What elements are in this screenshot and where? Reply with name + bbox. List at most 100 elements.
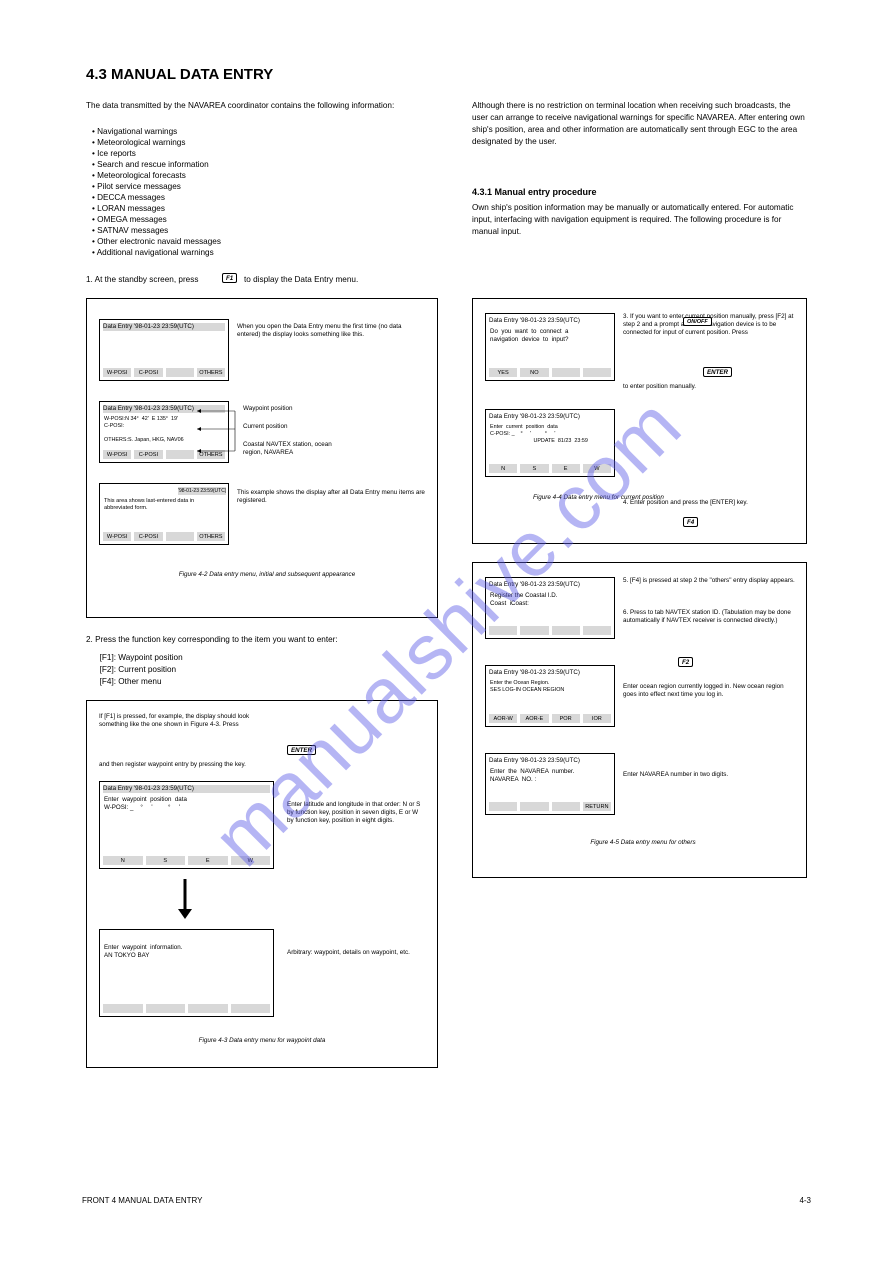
fig45-lcd1-fkeys [489,626,611,635]
figure-4-4-box: Data Entry '98-01-23 23:59(UTC) Do you w… [472,298,807,544]
fk [231,1004,271,1013]
fig45-lcd1: Data Entry '98-01-23 23:59(UTC) Register… [485,577,615,639]
fig42-lcd3-fkeys: W-POSI C-POSI OTHERS [103,532,225,541]
fk [166,368,194,377]
fk [146,1004,186,1013]
fk: W-POSI [103,368,131,377]
footer-right: 4-3 [799,1196,811,1205]
fk: W [231,856,271,865]
fig45-lcd2: Data Entry '98-01-23 23:59(UTC) Enter th… [485,665,615,727]
fk: AOR-W [489,714,517,723]
fig43-txt1: If [F1] is pressed, for example, the dis… [99,713,279,729]
figure-4-2-box: Data Entry '98-01-23 23:59(UTC) W-POSI C… [86,298,438,618]
fig43-txt2: and then register waypoint entry by pres… [99,761,419,769]
fk: C-POSI [134,532,162,541]
step1b: to display the Data Entry menu. [244,274,358,286]
fig43-lcd1: Data Entry '98-01-23 23:59(UTC) Enter wa… [99,781,274,869]
fig42-ann1: Waypoint position [243,405,292,413]
fk: YES [489,368,517,377]
fk [552,626,580,635]
fig45-lcd3-title: Data Entry '98-01-23 23:59(UTC) [489,757,611,765]
fig43-lcd1-title: Data Entry '98-01-23 23:59(UTC) [103,785,270,793]
fk: RETURN [583,802,611,811]
fk [166,532,194,541]
fig42-lcd3-mid: This area shows last-entered data in abb… [104,498,224,513]
fk: OTHERS [197,368,225,377]
txt2a: and then register waypoint entry by pres… [99,761,233,768]
fk: POR [552,714,580,723]
step1: 1. At the standby screen, press [86,274,198,286]
fk: W-POSI [103,450,131,459]
fig42-ann4: This example shows the display after all… [237,489,427,505]
fk: IOR [583,714,611,723]
fig45-txt1: 5. [F4] is pressed at step 2 the "others… [623,577,798,585]
fig45-lcd3-fkeys: RETURN [489,802,611,811]
fig44-txt-right2: to enter position manually. [623,383,798,391]
fk [583,368,611,377]
fk [552,368,580,377]
fk [103,1004,143,1013]
fk [583,626,611,635]
footer-left: FRONT 4 MANUAL DATA ENTRY [82,1196,202,1205]
fk [166,450,194,459]
fig43-lcd2-mid: Enter waypoint information. AN TOKYO BAY [104,944,269,968]
fig42-lcd1-fkeys: W-POSI C-POSI OTHERS [103,368,225,377]
fk: N [103,856,143,865]
fig42-lcd3: '98-01-23 23:59(UTC) This area shows las… [99,483,229,545]
bracket-arrows [197,407,237,463]
fig43-lcd2: Enter waypoint information. AN TOKYO BAY [99,929,274,1017]
page-footer: FRONT 4 MANUAL DATA ENTRY 4-3 [82,1196,811,1205]
fig42-lcd1-title: Data Entry '98-01-23 23:59(UTC) [103,323,225,331]
fig43-lcd2-fkeys [103,1004,270,1013]
fig44-caption: Figure 4-4 Data entry menu for current p… [533,494,753,502]
fig44-lcd2-mid: Enter current position data C-POSI: _ ° … [490,424,610,445]
fig44-lcd1-mid: Do you want to connect a navigation devi… [490,328,610,344]
fk: OTHERS [197,532,225,541]
manual-hdr: 4.3.1 Manual entry procedure [472,186,597,199]
fig45-lcd2-mid: Enter the Ocean Region. SES LOG-IN OCEAN… [490,680,610,694]
f1-key: F1 [222,273,237,283]
fk: C-POSI [134,450,162,459]
fig42-label-initial: When you open the Data Entry menu the fi… [237,323,422,339]
fk [489,626,517,635]
fig44-lcd1-fkeys: YES NO [489,368,611,377]
step2-list: [F1]: Waypoint position [F2]: Current po… [86,652,183,688]
fig45-lcd3-mid: Enter the NAVAREA number. NAVAREA NO. : [490,768,610,784]
f2-key: F2 [678,657,693,667]
fig45-lcd2-title: Data Entry '98-01-23 23:59(UTC) [489,669,611,677]
fig42-ann2: Current position [243,423,287,431]
fig44-lcd2-fkeys: N S E W [489,464,611,473]
fig45-lcd3: Data Entry '98-01-23 23:59(UTC) Enter th… [485,753,615,815]
step2: 2. Press the function key corresponding … [86,634,436,646]
manual-p: Own ship's position information may be m… [472,202,807,238]
fig42-lcd1: Data Entry '98-01-23 23:59(UTC) W-POSI C… [99,319,229,381]
f4-key: F4 [683,517,698,527]
fk: S [520,464,548,473]
fig45-txt2: 6. Press to tab NAVTEX station ID. (Tabu… [623,609,798,625]
fig42-lcd3-title: '98-01-23 23:59(UTC) [178,487,226,495]
fk: S [146,856,186,865]
fk [520,626,548,635]
fk: AOR-E [520,714,548,723]
fig45-lcd2-fkeys: AOR-W AOR-E POR IOR [489,714,611,723]
fig45-lcd1-mid: Register the Coastal I.D. Coast iCoast: [490,592,610,608]
figure-4-5-box: Data Entry '98-01-23 23:59(UTC) Register… [472,562,807,878]
fk: W-POSI [103,532,131,541]
enter-key-2: ENTER [703,367,732,377]
intro-p1: The data transmitted by the NAVAREA coor… [86,100,426,112]
fig44-lcd2-title: Data Entry '98-01-23 23:59(UTC) [489,413,611,421]
enter-key: ENTER [287,745,316,755]
fk: W [583,464,611,473]
figure-4-3-box: If [F1] is pressed, for example, the dis… [86,700,438,1068]
arrow-down-icon [175,879,195,919]
fig42-caption: Figure 4-2 Data entry menu, initial and … [127,571,407,579]
fig45-caption: Figure 4-5 Data entry menu for others [543,839,743,847]
fk: C-POSI [134,368,162,377]
fig45-txt3: Enter ocean region currently logged in. … [623,683,798,699]
fig44-lcd1-title: Data Entry '98-01-23 23:59(UTC) [489,317,611,325]
intro-right: Although there is no restriction on term… [472,100,807,148]
fk: E [188,856,228,865]
fk: N [489,464,517,473]
fig45-lcd1-title: Data Entry '98-01-23 23:59(UTC) [489,581,611,589]
page: manualshive.com 4.3 MANUAL DATA ENTRY Th… [0,0,893,1263]
